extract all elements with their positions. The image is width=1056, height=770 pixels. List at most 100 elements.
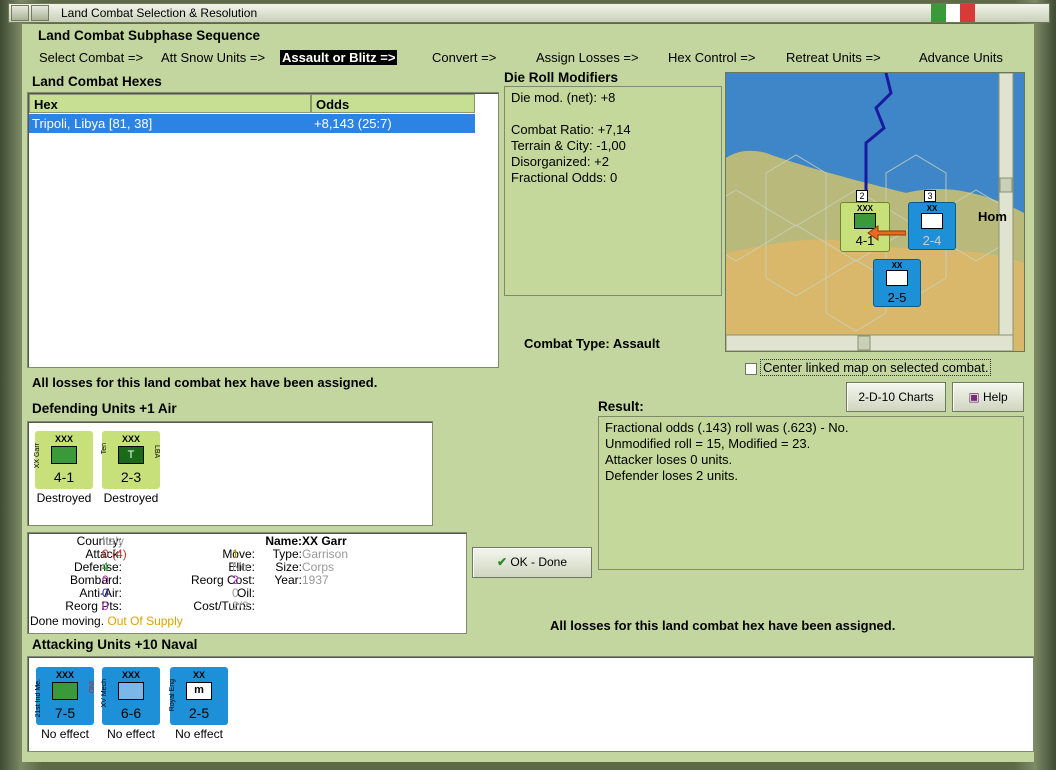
unit-name: XX Garr	[34, 443, 41, 469]
step-assault-or-blitz: Assault or Blitz =>	[280, 50, 398, 65]
step-advance-units: Advance Units	[919, 50, 1003, 65]
window-title: Land Combat Selection & Resolution	[61, 6, 258, 20]
step-att-snow: Att Snow Units =>	[161, 50, 266, 65]
defending-unit-xx-garr[interactable]: XXX XX Garr 4-1	[34, 431, 93, 489]
step-retreat-units: Retreat Units =>	[786, 50, 881, 65]
sequence-title: Land Combat Subphase Sequence	[38, 28, 261, 43]
help-label: Help	[983, 390, 1008, 404]
charts-button[interactable]: 2-D-10 Charts	[846, 382, 946, 412]
attacking-unit-21st-ind[interactable]: XXX 21st Ind Me. IND 7-5	[35, 667, 94, 725]
unit-tag: LBA	[153, 445, 160, 459]
unit-info-panel: Country: Italy Attack: 0 (4) Defense: 4 …	[27, 532, 467, 634]
step-hex-control: Hex Control =>	[668, 50, 756, 65]
reorg-pts-label: Reorg Pts:	[65, 599, 122, 613]
map-unit-value: 2-5	[887, 290, 907, 305]
result-line: Attacker loses 0 units.	[605, 452, 733, 467]
ok-done-label: OK - Done	[510, 555, 568, 569]
modifier-disorganized: Disorganized: +2	[511, 154, 609, 169]
engineer-symbol-icon	[886, 270, 908, 286]
help-button[interactable]: ▣ Help	[952, 382, 1024, 412]
map-unit-size: XX	[891, 261, 903, 270]
unit-value: 7-5	[54, 705, 76, 721]
attacking-unit-xv-mech[interactable]: XXX XV Mech 6-6	[101, 667, 160, 725]
map-unit-size: XXX	[856, 204, 873, 213]
result-line: Unmodified roll = 15, Modified = 23.	[605, 436, 811, 451]
unit-symbol-icon	[921, 213, 943, 229]
garrison-symbol-icon	[51, 446, 77, 464]
italy-flag-icon	[931, 4, 976, 22]
window-menu-icon[interactable]	[11, 5, 29, 21]
unit-size: XXX	[55, 670, 74, 680]
unit-name: XV Mech	[101, 679, 108, 708]
attacking-title: Attacking Units +10 Naval	[32, 637, 198, 652]
map-unit-attacker-1[interactable]: XX 2-4	[908, 202, 956, 250]
year-value: 1937	[302, 573, 329, 587]
unit-status: No effect	[107, 727, 155, 741]
attack-arrow-icon	[867, 225, 906, 241]
title-bar: Land Combat Selection & Resolution	[8, 3, 1050, 23]
ok-done-button[interactable]: ✔ OK - Done	[472, 547, 592, 578]
combat-type: Combat Type: Assault	[524, 336, 660, 351]
modifiers-title: Die Roll Modifiers	[504, 70, 619, 85]
unit-value: 4-1	[53, 469, 75, 485]
defending-title: Defending Units +1 Air	[32, 401, 177, 416]
unit-symbol-icon: T	[118, 446, 144, 464]
map-unit-value: 2-4	[922, 233, 942, 248]
year-label: Year:	[274, 573, 302, 587]
unit-value: 6-6	[120, 705, 142, 721]
done-moving-status: Done moving. Out Of Supply	[30, 614, 183, 628]
sequence-steps: Select Combat => Att Snow Units => Assau…	[34, 50, 1030, 68]
row-hex: Tripoli, Libya [81, 38]	[32, 116, 153, 131]
table-row[interactable]: Tripoli, Libya [81, 38] +8,143 (25:7)	[29, 114, 475, 133]
reorg-pts-value: 0	[102, 599, 109, 613]
mechanized-symbol-icon	[118, 682, 144, 700]
losses-message-2: All losses for this land combat hex have…	[550, 618, 896, 633]
unit-value: 2-5	[188, 705, 210, 721]
unit-status: No effect	[41, 727, 89, 741]
window-resize-icon[interactable]	[31, 5, 49, 21]
map-unit-royal-eng[interactable]: XX 2-5	[873, 259, 921, 307]
linked-map[interactable]: Hom XXX 4-1 2 XX 2-4 3 XX 2-5	[725, 72, 1025, 352]
hexes-title: Land Combat Hexes	[32, 74, 162, 89]
row-odds: +8,143 (25:7)	[314, 116, 392, 131]
attacking-unit-royal-eng[interactable]: XX Royal Eng m 2-5	[169, 667, 228, 725]
column-odds[interactable]: Odds	[311, 94, 475, 113]
cost-turns-value: 2/2	[232, 599, 249, 613]
center-map-label[interactable]: Center linked map on selected combat.	[760, 359, 992, 376]
defending-unit-ten[interactable]: XXX Ten LBA T 2-3	[101, 431, 160, 489]
map-city-label: Hom	[978, 209, 1007, 224]
unit-size: XXX	[54, 434, 73, 444]
unit-name: Ten	[101, 443, 108, 455]
modifier-fractional: Fractional Odds: 0	[511, 170, 618, 185]
modifiers-panel: Die mod. (net): +8 Combat Ratio: +7,14 T…	[504, 86, 722, 296]
column-hex[interactable]: Hex	[29, 94, 311, 113]
modifier-terrain: Terrain & City: -1,00	[511, 138, 626, 153]
stack-count: 2	[856, 190, 868, 202]
stack-count: 3	[924, 190, 936, 202]
unit-size: XXX	[121, 670, 140, 680]
unit-value: 2-3	[120, 469, 142, 485]
result-title: Result:	[598, 399, 644, 414]
losses-message: All losses for this land combat hex have…	[32, 375, 378, 390]
unit-status: No effect	[175, 727, 223, 741]
modifier-combat-ratio: Combat Ratio: +7,14	[511, 122, 631, 137]
unit-tag: IND	[87, 681, 94, 694]
unit-size: XXX	[121, 434, 140, 444]
result-line: Fractional odds (.143) roll was (.623) -…	[605, 420, 849, 435]
engineer-symbol-icon: m	[186, 682, 212, 700]
unit-status: Destroyed	[36, 491, 92, 505]
help-book-icon: ▣	[968, 390, 980, 404]
result-line: Defender loses 2 units.	[605, 468, 738, 483]
unit-status: Destroyed	[103, 491, 159, 505]
step-select-combat: Select Combat =>	[39, 50, 144, 65]
hexes-table	[27, 92, 499, 368]
mechanized-symbol-icon	[52, 682, 78, 700]
unit-size: XX	[192, 670, 205, 680]
result-panel: Fractional odds (.143) roll was (.623) -…	[598, 416, 1024, 570]
modifier-net: Die mod. (net): +8	[511, 90, 616, 105]
center-map-checkbox[interactable]	[745, 363, 757, 375]
check-icon: ✔	[496, 555, 507, 569]
map-unit-size: XX	[926, 204, 938, 213]
step-convert: Convert =>	[432, 50, 497, 65]
step-assign-losses: Assign Losses =>	[536, 50, 639, 65]
